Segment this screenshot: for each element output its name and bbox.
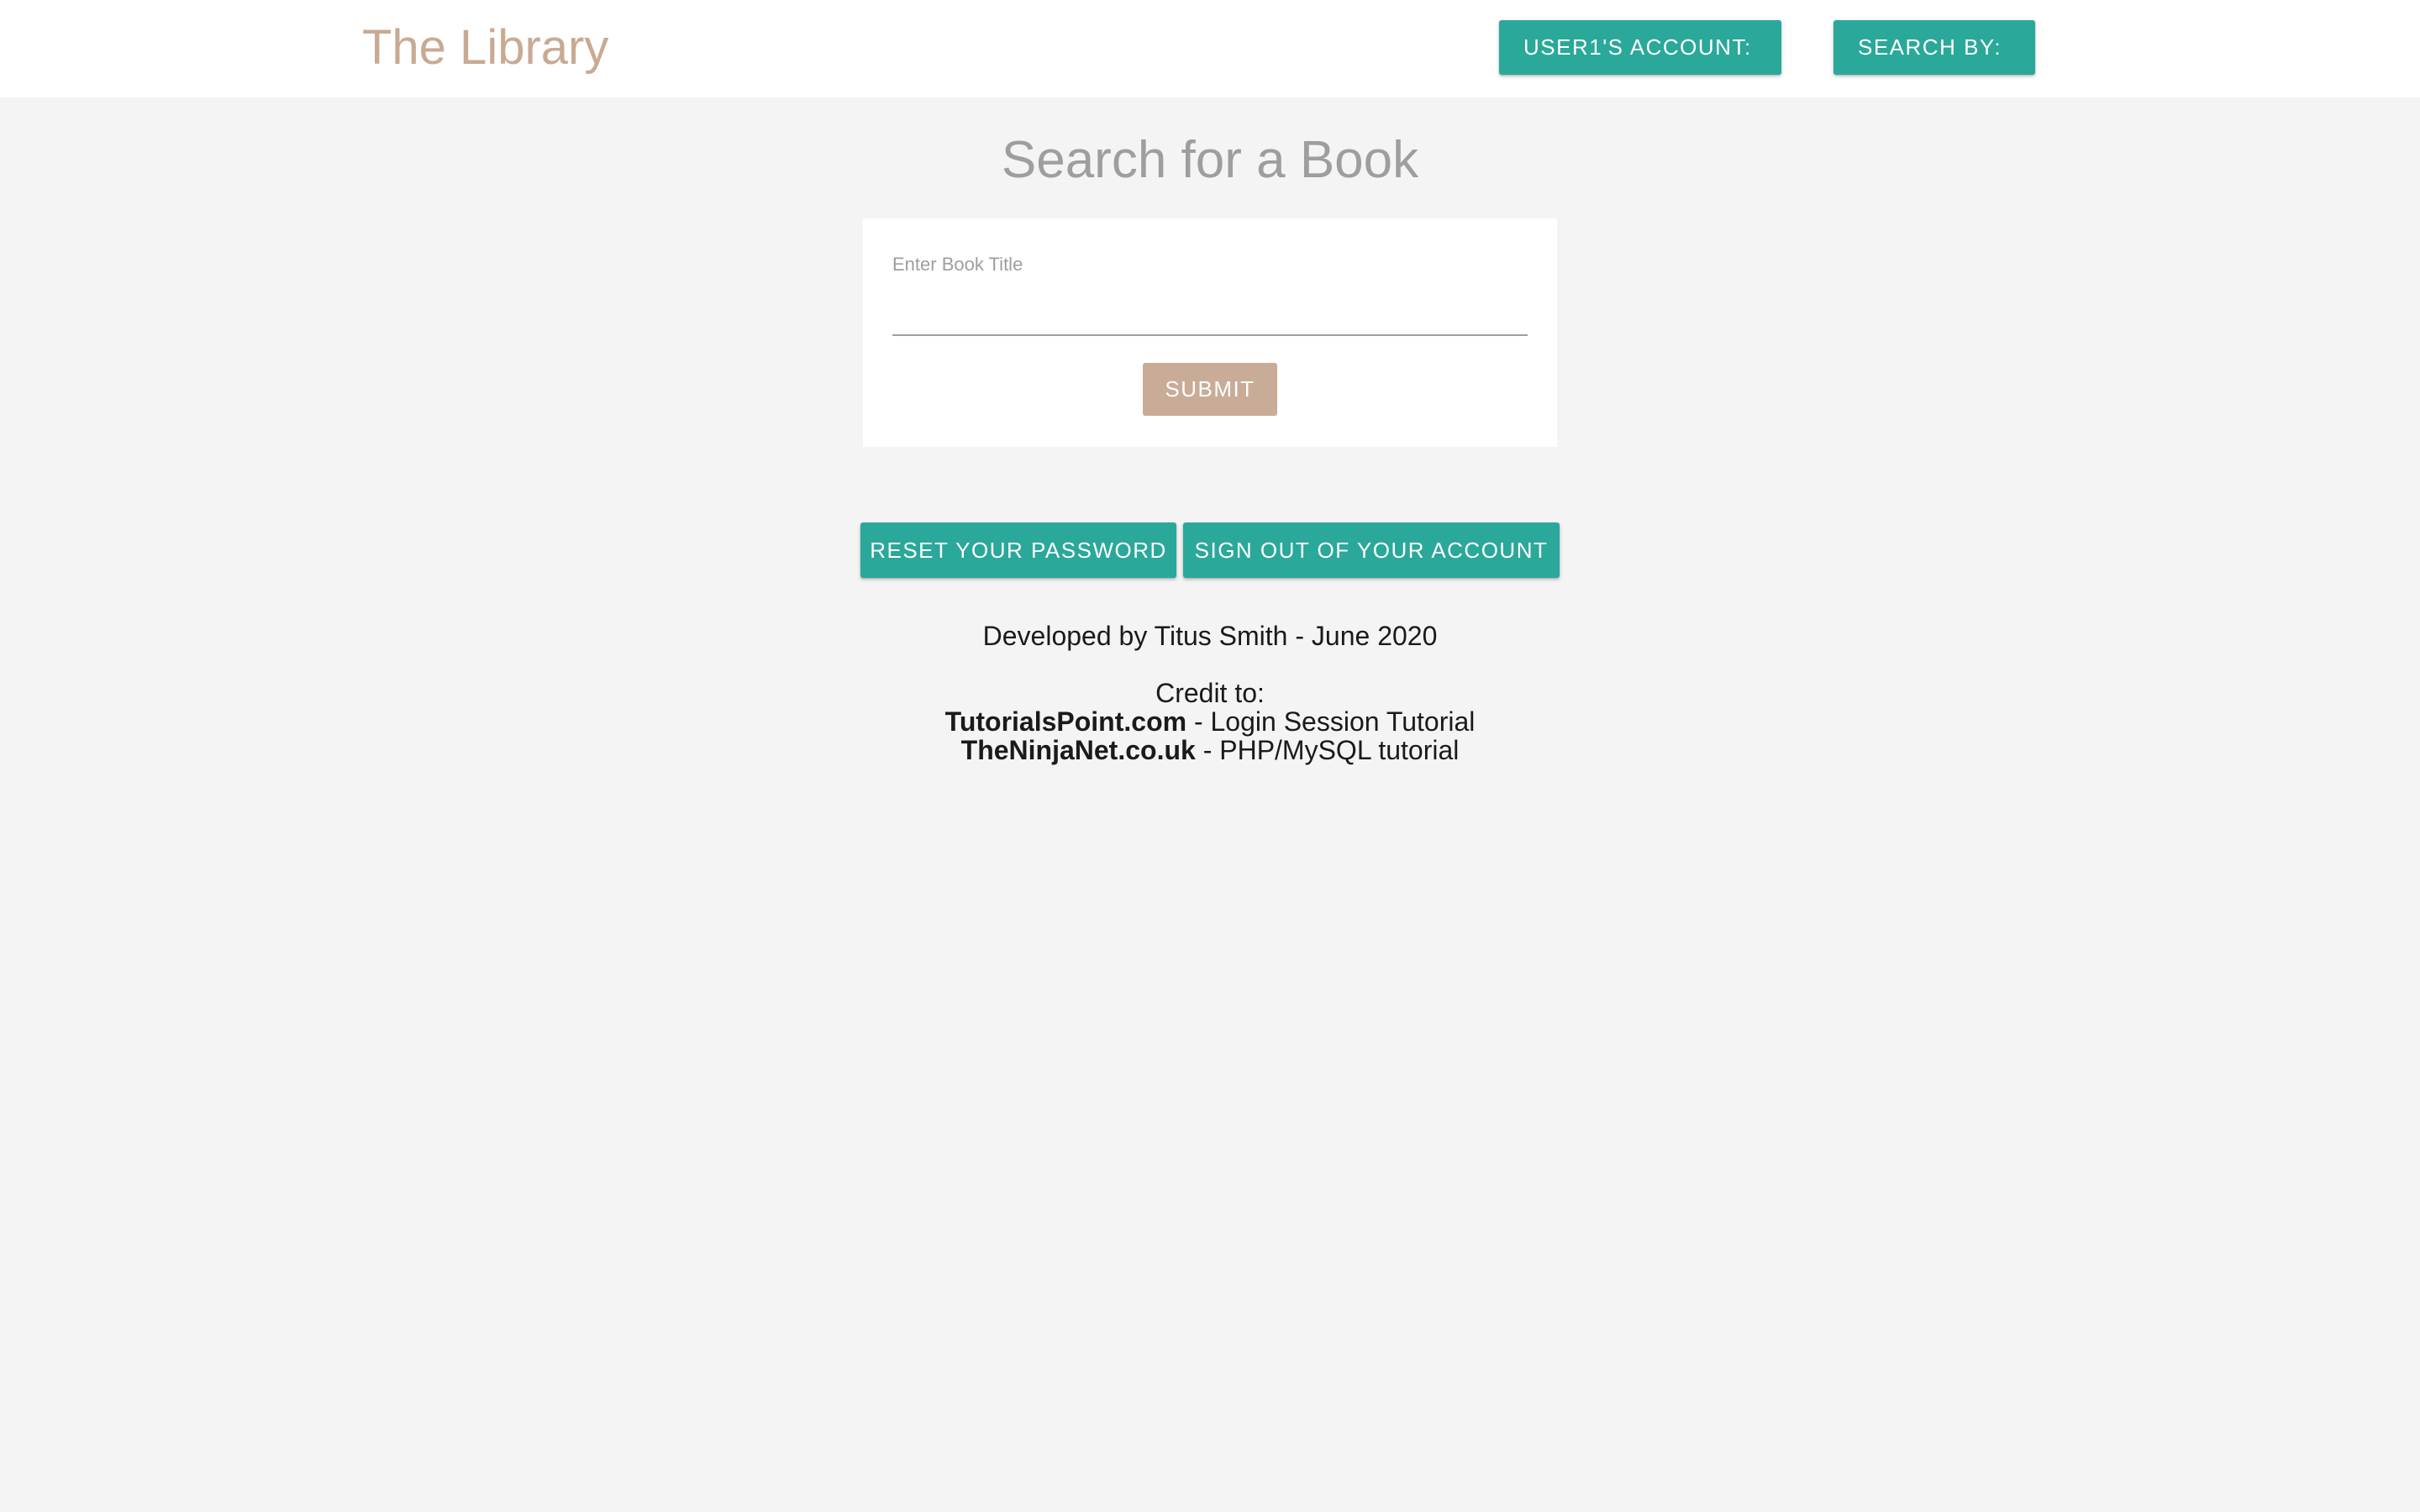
page-title: Search for a Book [1001,131,1419,189]
submit-button[interactable]: SUBMIT [1143,363,1277,416]
credit-heading: Credit to: [1155,678,1265,708]
credit-item: TutorialsPoint.com - Login Session Tutor… [0,707,2420,736]
brand-logo-link[interactable]: The Library [362,18,608,77]
credit-site: TheNinjaNet.co.uk [960,735,1196,765]
top-navbar: The Library USER1'S ACCOUNT: SEARCH BY: [0,0,2420,97]
footer: Developed by Titus Smith - June 2020 Cre… [0,622,2420,764]
reset-password-button[interactable]: RESET YOUR PASSWORD [860,522,1176,578]
book-title-label: Enter Book Title [892,254,1023,275]
book-search-form: Enter Book Title SUBMIT [863,218,1557,447]
credit-item: TheNinjaNet.co.uk - PHP/MySQL tutorial [0,736,2420,764]
sign-out-button[interactable]: SIGN OUT OF YOUR ACCOUNT [1183,522,1560,578]
developer-credit: Developed by Titus Smith - June 2020 [982,621,1438,651]
credit-site: TutorialsPoint.com [944,706,1187,737]
credit-description: - PHP/MySQL tutorial [1195,735,1460,765]
credit-description: - Login Session Tutorial [1186,706,1476,737]
search-by-dropdown-button[interactable]: SEARCH BY: [1833,20,2035,75]
account-dropdown-button[interactable]: USER1'S ACCOUNT: [1499,20,1781,75]
book-title-input[interactable] [892,289,1528,336]
